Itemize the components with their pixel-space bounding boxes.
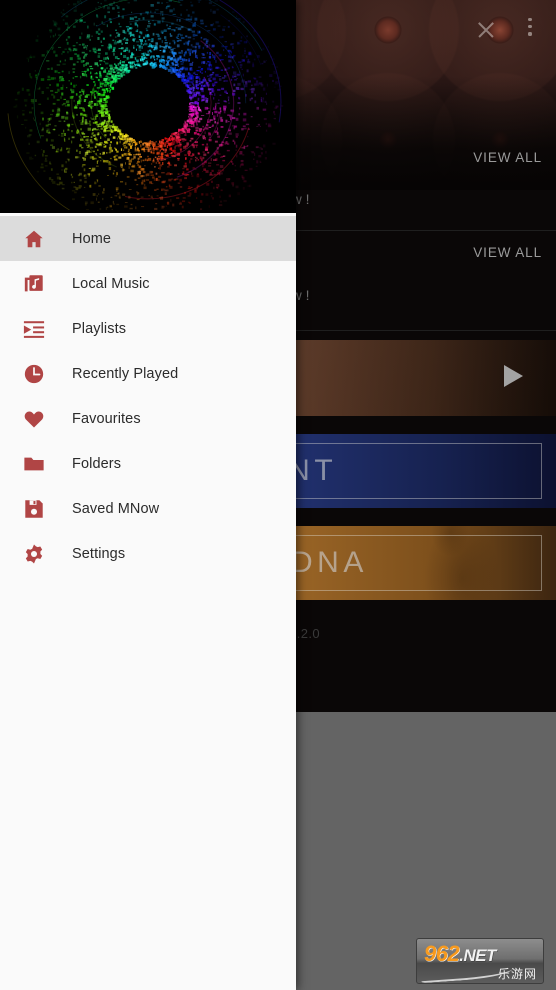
sidebar-item-label: Local Music: [72, 275, 150, 292]
sidebar-item-folders[interactable]: Folders: [0, 441, 296, 486]
sidebar-item-favourites[interactable]: Favourites: [0, 396, 296, 441]
sidebar-item-label: Folders: [72, 455, 122, 472]
heart-icon: [22, 407, 46, 431]
more-vertical-icon[interactable]: [523, 18, 537, 42]
folder-icon: [22, 452, 46, 476]
music-library-icon: [22, 272, 46, 296]
save-disk-icon: [22, 497, 46, 521]
home-icon: [22, 227, 46, 251]
clock-icon: [22, 362, 46, 386]
watermark-962net: 962.NET 乐游网: [416, 938, 544, 984]
sidebar-item-label: Settings: [72, 545, 126, 562]
sidebar-item-recently-played[interactable]: Recently Played: [0, 351, 296, 396]
drawer-nav-list: Home Local Music Playlists Recently Play…: [0, 213, 296, 576]
sidebar-item-label: Saved MNow: [72, 500, 160, 517]
sidebar-item-label: Favourites: [72, 410, 141, 427]
sidebar-item-label: Playlists: [72, 320, 127, 337]
dot: [528, 25, 532, 29]
view-all-link-1[interactable]: VIEW ALL: [473, 150, 542, 165]
sidebar-item-home[interactable]: Home: [0, 216, 296, 261]
sidebar-item-saved-mnow[interactable]: Saved MNow: [0, 486, 296, 531]
watermark-brand-row: 962.NET: [424, 942, 496, 968]
app-screen: VIEW ALL how ! VIEW ALL how ! RECENT SAV…: [0, 0, 556, 990]
sidebar-item-settings[interactable]: Settings: [0, 531, 296, 576]
view-all-link-2[interactable]: VIEW ALL: [473, 245, 542, 260]
drawer-header-artwork: [0, 0, 296, 213]
watermark-brand: 962: [424, 941, 460, 966]
spectrum-circle-visualizer: [0, 0, 296, 213]
playlist-icon: [22, 317, 46, 341]
gear-icon: [22, 542, 46, 566]
sidebar-item-playlists[interactable]: Playlists: [0, 306, 296, 351]
dot: [528, 18, 532, 22]
close-icon[interactable]: [474, 18, 498, 42]
sidebar-item-label: Recently Played: [72, 365, 179, 382]
dot: [528, 32, 532, 36]
watermark-tld: .NET: [459, 946, 496, 965]
sidebar-item-local-music[interactable]: Local Music: [0, 261, 296, 306]
play-icon[interactable]: [504, 365, 523, 387]
sidebar-item-label: Home: [72, 230, 112, 247]
watermark-chinese: 乐游网: [497, 967, 537, 981]
navigation-drawer: Home Local Music Playlists Recently Play…: [0, 0, 296, 990]
